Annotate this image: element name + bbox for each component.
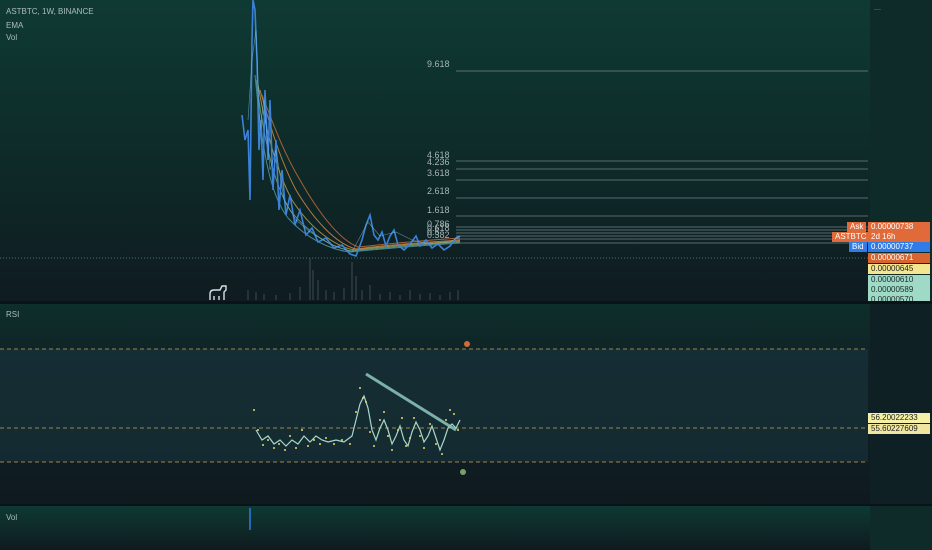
rsi-legend[interactable]: RSI bbox=[6, 310, 19, 319]
ask-price-tag: 0.00000738 bbox=[868, 222, 930, 232]
price-tag: 0.00000589 bbox=[868, 285, 930, 295]
main-chart-canvas: 9.618 4.618 4.236 3.618 2.618 1.618 0.78… bbox=[0, 0, 868, 300]
bottom-legend[interactable]: Vol bbox=[6, 513, 17, 522]
symbol-tag: ASTBTC bbox=[832, 232, 870, 242]
bid-label: Bid bbox=[849, 242, 867, 252]
bottom-scale[interactable] bbox=[870, 506, 932, 550]
price-tag: 0.00000645 bbox=[868, 264, 930, 274]
fib-label: 9.618 bbox=[427, 59, 450, 69]
countdown-tag: 2d 16h bbox=[868, 232, 930, 242]
price-tag: 0.00000610 bbox=[868, 275, 930, 285]
rsi-value-tag: 55.60227609 bbox=[868, 424, 930, 434]
dinosaur-icon[interactable] bbox=[209, 285, 227, 300]
volume-bars bbox=[247, 258, 459, 300]
fib-label: 4.236 bbox=[427, 157, 450, 167]
price-tag: 0.00000671 bbox=[868, 253, 930, 263]
fib-label: 2.618 bbox=[427, 186, 450, 196]
ask-label: Ask bbox=[847, 222, 867, 232]
scale-tick: — bbox=[874, 6, 881, 13]
rsi-scale[interactable] bbox=[870, 304, 932, 504]
bid-price-tag: 0.00000737 bbox=[868, 242, 930, 252]
fib-label: 3.618 bbox=[427, 168, 450, 178]
fib-label: 1.618 bbox=[427, 205, 450, 215]
rsi-pane[interactable] bbox=[0, 304, 870, 504]
rsi-value-tag: 56.20022233 bbox=[868, 413, 930, 423]
bottom-indicator-pane[interactable] bbox=[0, 506, 870, 550]
